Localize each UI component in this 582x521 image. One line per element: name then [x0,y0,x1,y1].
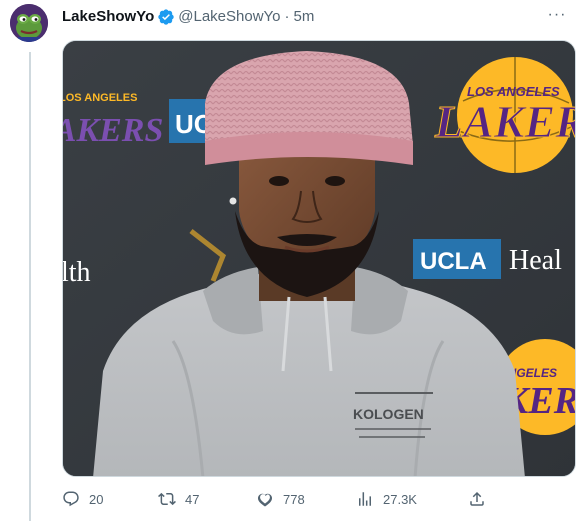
svg-text:LOS ANGELES: LOS ANGELES [63,92,137,104]
heart-icon [257,493,273,507]
analytics-icon [359,492,371,506]
svg-text:KOLOGEN: KOLOGEN [353,406,424,422]
share-icon [470,491,484,506]
svg-text:LAKERS: LAKERS [63,112,163,149]
reply-count: 20 [89,491,104,507]
like-button[interactable]: 778 [256,485,305,513]
display-name[interactable]: LakeShowYo [62,7,154,27]
timestamp[interactable]: 5m [294,7,315,27]
frog-avatar-icon [10,4,48,42]
tweet-header: LakeShowYo @LakeShowYo · 5m [62,6,568,28]
handle[interactable]: @LakeShowYo [178,7,280,27]
reply-button[interactable]: 20 [62,485,103,513]
separator-dot: · [284,8,290,25]
tweet-media-image[interactable]: LOS ANGELES LAKERS UCL LOS ANGELES LAKER… [62,40,576,477]
verified-badge-icon [157,8,175,26]
views-count: 27.3K [383,491,417,507]
svg-text:LAKERS: LAKERS [434,96,576,147]
photo: LOS ANGELES LAKERS UCL LOS ANGELES LAKER… [63,41,576,476]
views-button[interactable]: 27.3K [356,485,417,513]
like-count: 778 [283,491,305,507]
tweet-actions: 20 47 778 27.3K [62,485,502,513]
retweet-button[interactable]: 47 [158,485,199,513]
svg-text:lth: lth [63,257,91,288]
svg-text:Heal: Heal [509,245,562,276]
avatar[interactable] [10,4,48,42]
tweet[interactable]: LakeShowYo @LakeShowYo · 5m ··· LOS ANGE… [0,0,582,521]
retweet-count: 47 [185,491,200,507]
share-button[interactable] [468,485,486,513]
more-options-icon[interactable]: ··· [546,6,568,24]
retweet-icon [158,492,176,506]
thread-line [29,52,31,521]
reply-icon [63,491,79,507]
svg-text:UCLA: UCLA [420,248,487,275]
